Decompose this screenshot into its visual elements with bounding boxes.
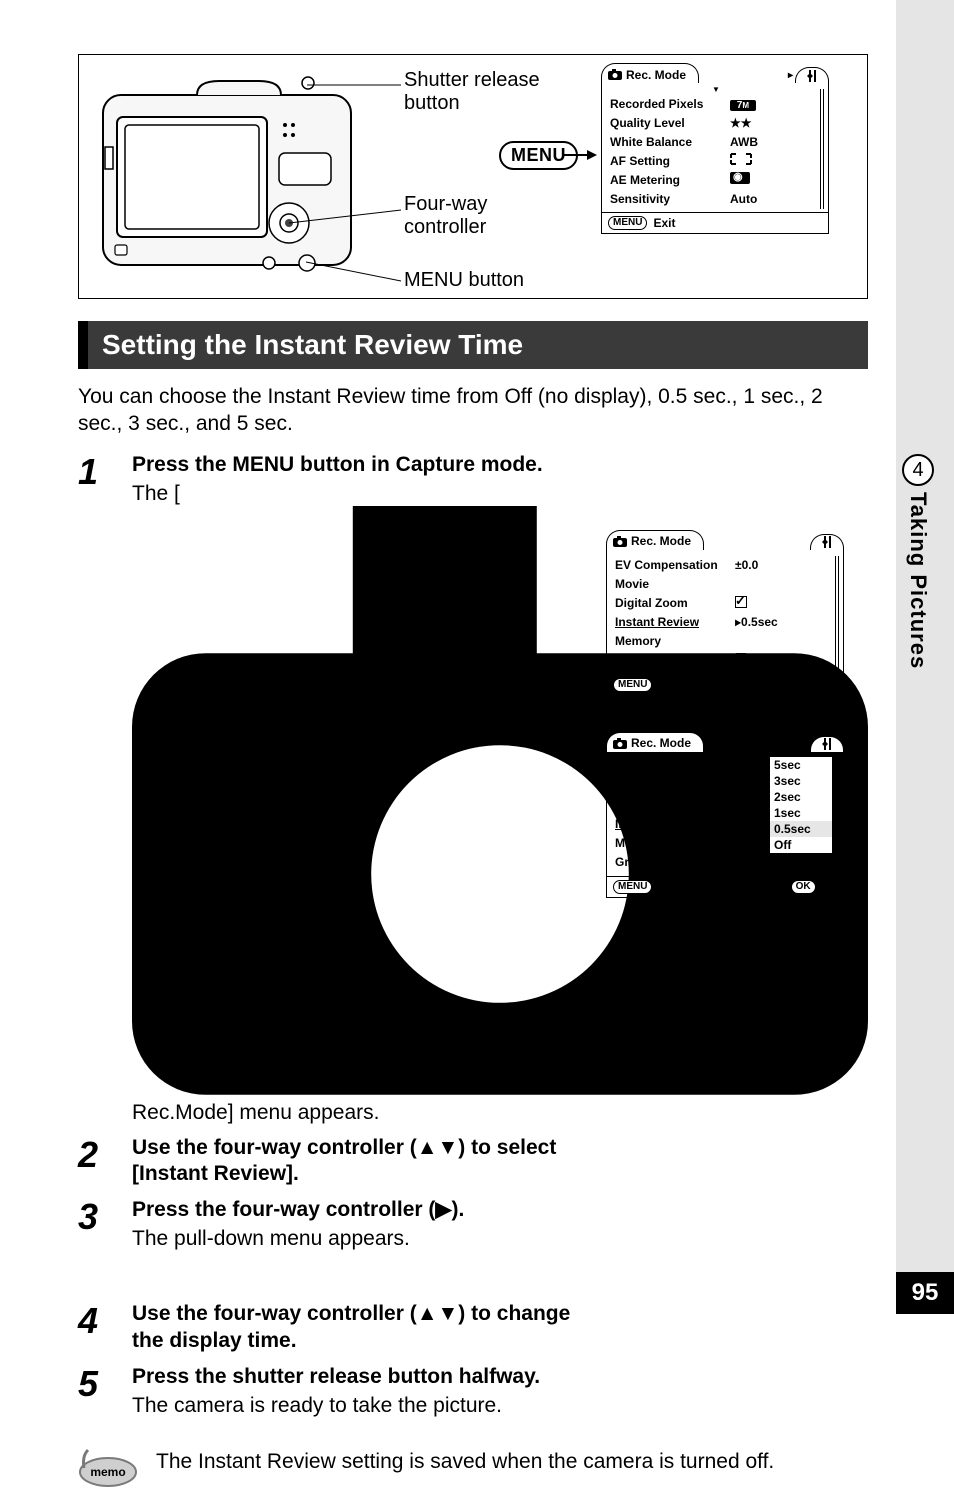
step-sub: The pull-down menu appears. — [132, 1227, 598, 1251]
camera-icon — [608, 69, 622, 80]
step-head: Use the four-way controller (▲▼) to chan… — [132, 1301, 598, 1354]
step-head: Press the four-way controller (▶). — [132, 1197, 598, 1223]
value-7m-badge: 7M — [730, 100, 756, 111]
callout-fourway: Four-way controller — [404, 193, 564, 239]
side-chapter-tab: 4 Taking Pictures — [892, 454, 944, 669]
value-ae-icon — [730, 172, 822, 187]
step-head: Press the MENU button in Capture mode. — [132, 452, 868, 478]
menu-pill-small: MENU — [608, 216, 647, 230]
value-sensitivity: Auto — [730, 192, 822, 206]
lcd-tab-active: Rec. Mode — [601, 63, 699, 83]
intro-paragraph: You can choose the Instant Review time f… — [78, 383, 868, 438]
step-sub: The camera is ready to take the picture. — [132, 1394, 598, 1418]
menu-pill-large: MENU — [499, 141, 578, 170]
menu-item-quality-level: Quality Level — [610, 116, 730, 130]
step-number: 4 — [78, 1301, 132, 1354]
value-quality: ★★ — [730, 116, 822, 130]
step-head: Press the shutter release button halfway… — [132, 1364, 598, 1390]
memo-icon: memo — [78, 1446, 138, 1490]
scroll-down-icon: ▼ — [610, 85, 822, 94]
steps-list: 1 Press the MENU button in Capture mode.… — [78, 452, 868, 1419]
section-title: Setting the Instant Review Time — [78, 321, 868, 369]
lcd-footer-exit: Exit — [653, 216, 675, 230]
menu-item-white-balance: White Balance — [610, 135, 730, 149]
step-sub: The [ Rec.Mode] menu appears. — [132, 482, 868, 1125]
tab-arrow-icon: ▸ — [788, 70, 793, 81]
value-af-icon — [730, 153, 822, 168]
step-1: 1 Press the MENU button in Capture mode.… — [78, 452, 868, 1125]
camera-icon — [132, 506, 868, 1095]
lcd-footer: MENU Exit — [602, 212, 828, 233]
top-diagram-frame: Shutter release button Four-way controll… — [78, 54, 868, 299]
memo-text: The Instant Review setting is saved when… — [156, 1446, 774, 1474]
side-chapter-label: Taking Pictures — [905, 492, 931, 669]
menu-item-sensitivity: Sensitivity — [610, 192, 730, 206]
step-head: Use the four-way controller (▲▼) to sele… — [132, 1135, 598, 1188]
menu-item-recorded-pixels: Recorded Pixels — [610, 97, 730, 111]
step-2: 2 Use the four-way controller (▲▼) to se… — [78, 1135, 598, 1188]
callout-shutter-release: Shutter release button — [404, 69, 564, 115]
page-number: 95 — [896, 1272, 954, 1314]
callout-menu-button: MENU button — [404, 269, 524, 292]
lcd-rec-mode-menu: Rec. Mode ▸ ▼ Recorded Pixels 7M Quality… — [601, 63, 829, 234]
menu-item-ae-metering: AE Metering — [610, 173, 730, 187]
step-number: 1 — [78, 452, 132, 1125]
step-number: 2 — [78, 1135, 132, 1188]
side-chapter-number: 4 — [902, 454, 934, 486]
memo-row: memo The Instant Review setting is saved… — [78, 1446, 868, 1490]
step-number: 3 — [78, 1197, 132, 1251]
settings-tab-icon — [806, 69, 818, 83]
step-3: 3 Press the four-way controller (▶). The… — [78, 1197, 598, 1251]
step-5: 5 Press the shutter release button halfw… — [78, 1364, 598, 1418]
lcd-tab-title: Rec. Mode — [626, 68, 686, 82]
menu-item-af-setting: AF Setting — [610, 154, 730, 168]
svg-text:memo: memo — [90, 1465, 125, 1479]
step-number: 5 — [78, 1364, 132, 1418]
camera-outline-illustration — [97, 73, 357, 283]
step-4: 4 Use the four-way controller (▲▼) to ch… — [78, 1301, 598, 1354]
lcd-tab-inactive — [795, 67, 829, 83]
value-awb: AWB — [730, 135, 822, 149]
